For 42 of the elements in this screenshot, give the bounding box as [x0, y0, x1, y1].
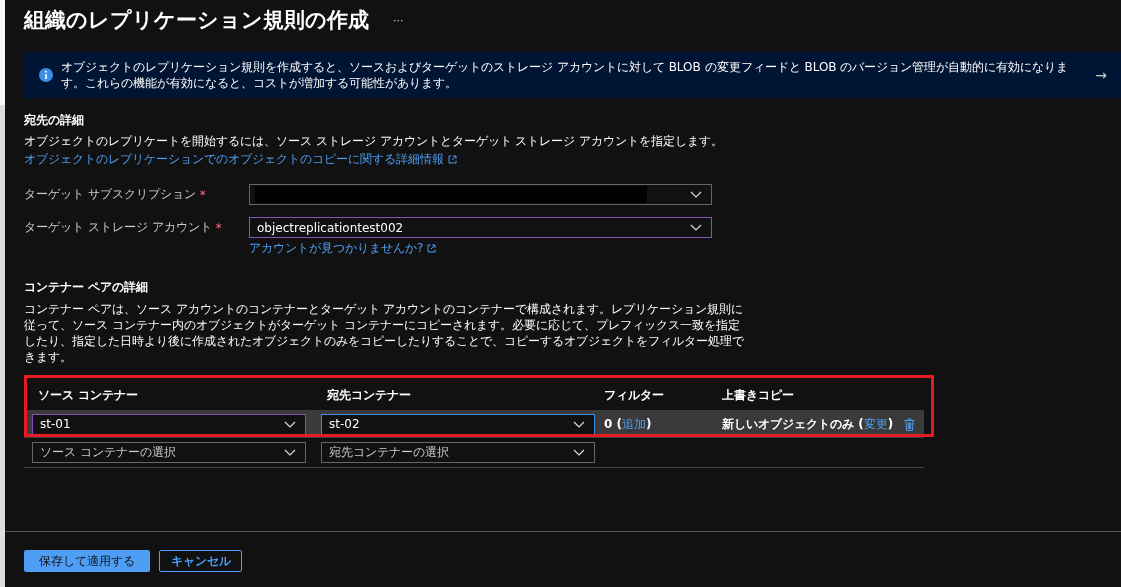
section-description: コンテナー ペアは、ソース アカウントのコンテナーとターゲット アカウントのコンテナーで構成されます。レプリケーション規則に従って、ソース コンテナー内のオブジェクトがターゲット コンテナーにコピーされます。必要に応じて、プレフィックス一致を指定したり、指定した日時より後に作成されたオブジェクトのみをコピーしたりすることで、コピーするオブジェクトをフィルター処理できます。 [24, 301, 744, 365]
dropdown-field[interactable] [249, 184, 712, 205]
change-link[interactable]: 変更 [863, 416, 888, 431]
trash-icon [904, 417, 915, 431]
dropdown-field[interactable]: objectreplicationtest002 [249, 217, 712, 238]
info-text: オブジェクトのレプリケーション規則を作成すると、ソースおよびターゲットのストレージ アカウントに対して BLOB の変更フィードと BLOB のバージョン管理が自動的に有効になります。これらの機能が有効になると、コストが増加する可能性があります。 [61, 59, 1070, 91]
page-title: 組織のレプリケーション規則の作成 [24, 7, 369, 34]
required-mark: * [215, 220, 222, 235]
filter-count: 0 (追加) [604, 416, 652, 431]
more-button[interactable]: ··· [389, 13, 408, 27]
dropdown-field[interactable]: st-02 [321, 413, 595, 435]
arrow-button[interactable]: → [1095, 67, 1107, 83]
learn-more-link[interactable]: オブジェクトのレプリケーションでのオブジェクトのコピーに関する詳細情報 [24, 151, 444, 168]
field-label: ターゲット ストレージ アカウント [24, 219, 212, 236]
field-label: ターゲット サブスクリプション [24, 186, 196, 203]
dropdown-field[interactable]: 宛先コンテナーの選択 [321, 442, 595, 463]
chevron-down-icon [573, 420, 585, 428]
dropdown-field[interactable]: st-01 [32, 413, 306, 435]
chevron-down-icon [690, 191, 702, 198]
overwrite-mode: 新しいオブジェクトのみ (変更) [722, 416, 894, 431]
dropdown-field[interactable]: ソース コンテナーの選択 [32, 442, 306, 463]
external-link-icon [448, 155, 457, 164]
chevron-down-icon [284, 420, 296, 428]
chevron-down-icon [690, 224, 702, 231]
column-header: ソース コンテナー [37, 386, 140, 404]
required-mark: * [199, 187, 206, 202]
info-icon [39, 68, 53, 82]
section-description: オブジェクトのレプリケートを開始するには、ソース ストレージ アカウントとターゲット ストレージ アカウントを指定します。 [24, 134, 725, 149]
external-link-icon [427, 244, 437, 253]
section-heading: 宛先の詳細 [24, 112, 85, 128]
cancel-button[interactable]: キャンセル [159, 550, 242, 572]
section-heading: コンテナー ペアの詳細 [24, 279, 150, 295]
column-header: フィルター [604, 386, 665, 404]
delete-button[interactable] [904, 417, 915, 431]
help-link[interactable]: アカウントが見つかりませんか? [249, 240, 424, 257]
column-header: 宛先コンテナー [326, 386, 412, 404]
add-link[interactable]: 追加 [622, 416, 646, 431]
table-row[interactable]: ソース コンテナーの選択 宛先コンテナーの選択 [24, 438, 924, 467]
column-header: 上書きコピー [722, 386, 795, 404]
chevron-down-icon [573, 449, 585, 456]
chevron-down-icon [284, 449, 296, 456]
save-button[interactable]: 保存して適用する [24, 550, 150, 572]
